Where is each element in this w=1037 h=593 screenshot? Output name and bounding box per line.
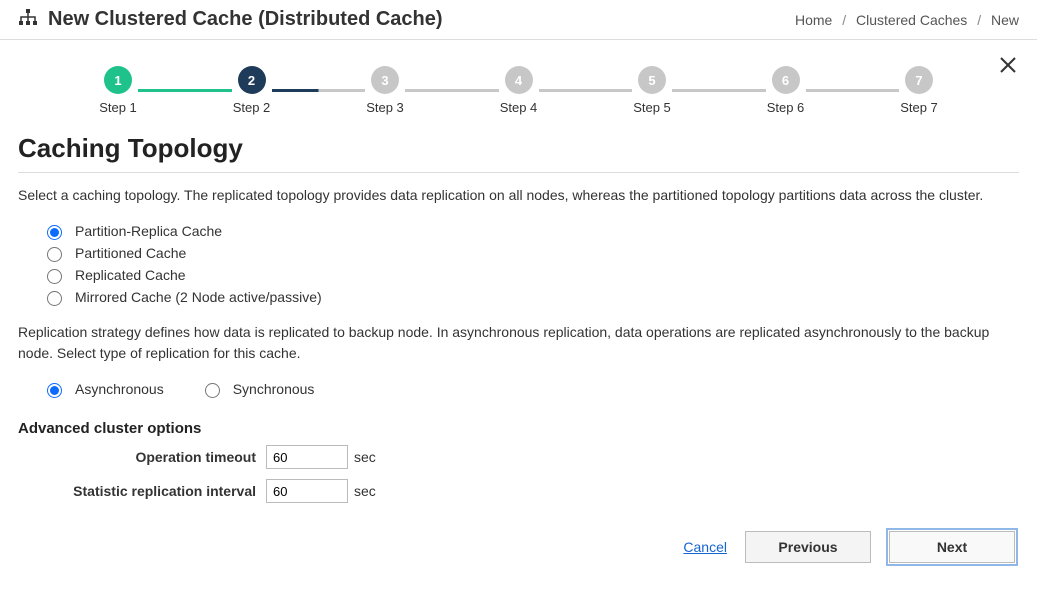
- wizard-steps: 1 Step 1 2 Step 2 3 Step 3 4 Step 4 5 St…: [98, 66, 939, 115]
- wizard-footer: Cancel Previous Next: [18, 531, 1019, 563]
- topology-partition-replica[interactable]: Partition-Replica Cache: [42, 222, 1019, 240]
- step-3[interactable]: 3 Step 3: [365, 66, 405, 115]
- operation-timeout-input[interactable]: [266, 445, 348, 469]
- replication-sync[interactable]: Synchronous: [200, 380, 315, 398]
- step-5[interactable]: 5 Step 5: [632, 66, 672, 115]
- topology-mirrored[interactable]: Mirrored Cache (2 Node active/passive): [42, 288, 1019, 306]
- section-heading: Caching Topology: [18, 133, 1019, 164]
- operation-timeout-unit: sec: [354, 449, 376, 465]
- step-2[interactable]: 2 Step 2: [232, 66, 272, 115]
- breadcrumb: Home / Clustered Caches / New: [795, 12, 1019, 28]
- radio-replicated[interactable]: [47, 269, 62, 284]
- topology-options: Partition-Replica Cache Partitioned Cach…: [42, 222, 1019, 306]
- stat-interval-label: Statistic replication interval: [18, 483, 266, 499]
- advanced-heading: Advanced cluster options: [18, 420, 1019, 437]
- radio-partitioned[interactable]: [47, 247, 62, 262]
- cancel-link[interactable]: Cancel: [683, 539, 727, 555]
- divider: [18, 172, 1019, 173]
- step-1[interactable]: 1 Step 1: [98, 66, 138, 115]
- radio-partition-replica[interactable]: [47, 225, 62, 240]
- next-button[interactable]: Next: [889, 531, 1015, 563]
- page-header: New Clustered Cache (Distributed Cache) …: [0, 0, 1037, 40]
- breadcrumb-home[interactable]: Home: [795, 12, 832, 28]
- breadcrumb-new: New: [991, 12, 1019, 28]
- topology-replicated[interactable]: Replicated Cache: [42, 266, 1019, 284]
- breadcrumb-caches[interactable]: Clustered Caches: [856, 12, 967, 28]
- operation-timeout-label: Operation timeout: [18, 449, 266, 465]
- replication-options: Asynchronous Synchronous: [42, 380, 1019, 402]
- replication-description: Replication strategy defines how data is…: [18, 322, 1019, 364]
- radio-async[interactable]: [47, 383, 62, 398]
- step-4[interactable]: 4 Step 4: [499, 66, 539, 115]
- radio-mirrored[interactable]: [47, 291, 62, 306]
- topology-description: Select a caching topology. The replicate…: [18, 185, 1019, 206]
- radio-sync[interactable]: [205, 383, 220, 398]
- topology-partitioned[interactable]: Partitioned Cache: [42, 244, 1019, 262]
- stat-interval-unit: sec: [354, 483, 376, 499]
- stat-interval-input[interactable]: [266, 479, 348, 503]
- page-title: New Clustered Cache (Distributed Cache): [48, 8, 443, 31]
- step-6[interactable]: 6 Step 6: [766, 66, 806, 115]
- hierarchy-icon: [18, 8, 38, 31]
- step-7[interactable]: 7 Step 7: [899, 66, 939, 115]
- previous-button[interactable]: Previous: [745, 531, 871, 563]
- operation-timeout-row: Operation timeout sec: [18, 445, 1019, 469]
- stat-interval-row: Statistic replication interval sec: [18, 479, 1019, 503]
- replication-async[interactable]: Asynchronous: [42, 380, 164, 398]
- close-icon[interactable]: [997, 54, 1019, 79]
